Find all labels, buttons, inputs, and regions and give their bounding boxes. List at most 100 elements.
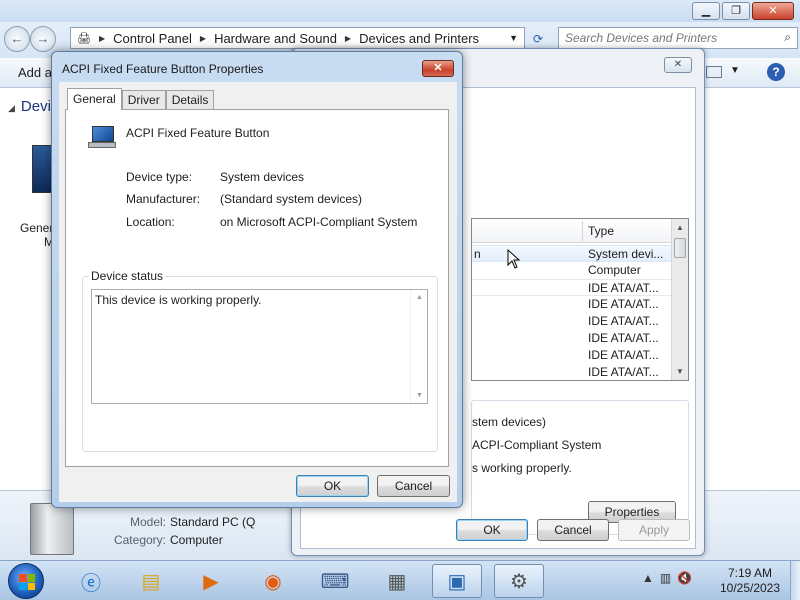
- device-name: ACPI Fixed Feature Button: [126, 126, 270, 140]
- list-item[interactable]: n System devi...: [472, 245, 672, 262]
- system-tray: ▲ ▥ 🔇: [642, 571, 692, 585]
- breadcrumb-separator-icon: ▶: [98, 33, 106, 43]
- internet-explorer-icon[interactable]: ⓔ: [66, 564, 116, 598]
- monitor-device-icon: [88, 124, 116, 150]
- list-item-type: IDE ATA/AT...: [588, 281, 659, 295]
- devices-section-header[interactable]: ◢ Devi: [8, 98, 51, 115]
- firefox-icon[interactable]: ◉: [248, 564, 298, 598]
- device-type-key: Device type:: [126, 170, 193, 184]
- devices-section-label: Devi: [20, 98, 51, 115]
- search-placeholder: Search Devices and Printers: [565, 31, 718, 45]
- column-header-type[interactable]: Type: [588, 224, 614, 238]
- refresh-icon[interactable]: ⟳: [528, 29, 548, 49]
- tab-general[interactable]: General: [67, 88, 122, 110]
- change-view-icon[interactable]: [706, 66, 722, 78]
- list-item-name: n: [474, 247, 481, 261]
- show-desktop-button[interactable]: [790, 561, 800, 600]
- scroll-up-icon[interactable]: ▲: [672, 219, 688, 236]
- list-item[interactable]: IDE ATA/AT...: [472, 347, 672, 364]
- breadcrumb-devices-and-printers[interactable]: Devices and Printers: [359, 31, 479, 46]
- file-explorer-icon[interactable]: ▤: [126, 564, 176, 598]
- show-hidden-icons-icon[interactable]: ▲: [642, 571, 654, 585]
- device-label[interactable]: Gener: [20, 221, 53, 235]
- dialog-title: ACPI Fixed Feature Button Properties: [62, 62, 264, 76]
- chevron-down-icon[interactable]: ▼: [730, 65, 740, 76]
- tab-driver[interactable]: Driver: [121, 90, 166, 110]
- windows-logo-icon: [19, 574, 35, 590]
- list-item-type: IDE ATA/AT...: [588, 348, 659, 362]
- help-icon[interactable]: ?: [767, 63, 785, 81]
- chevron-down-icon[interactable]: ▼: [509, 33, 518, 43]
- list-item-type: Computer: [588, 263, 641, 277]
- device-status-group: Device status This device is working pro…: [82, 269, 438, 452]
- close-button[interactable]: ✕: [752, 2, 794, 20]
- start-button[interactable]: [8, 563, 44, 599]
- pc-tower-icon: [30, 503, 74, 555]
- manufacturer-key: Manufacturer:: [126, 192, 201, 206]
- add-device-button[interactable]: Add a: [18, 65, 52, 80]
- summary-manufacturer: stem devices): [472, 415, 547, 429]
- list-item-type: IDE ATA/AT...: [588, 365, 659, 379]
- clock-date: 10/25/2023: [719, 581, 781, 595]
- breadcrumb-separator-icon: ▶: [344, 33, 352, 43]
- list-item-type: IDE ATA/AT...: [588, 314, 659, 328]
- minimize-button[interactable]: ▁: [692, 2, 720, 20]
- list-item[interactable]: Computer: [472, 262, 672, 279]
- tab-details[interactable]: Details: [165, 90, 215, 110]
- cancel-button[interactable]: Cancel: [377, 475, 450, 497]
- breadcrumb-hardware-and-sound[interactable]: Hardware and Sound: [214, 31, 337, 46]
- clock-time: 7:19 AM: [727, 566, 773, 580]
- manufacturer-value: (Standard system devices): [220, 192, 363, 206]
- device-status-textbox[interactable]: This device is working properly. ▲ ▼: [91, 289, 428, 404]
- explorer-titlebar: ▁ ❐ ✕: [0, 0, 800, 22]
- scroll-down-icon[interactable]: ▼: [411, 392, 428, 399]
- status-scrollbar[interactable]: ▲ ▼: [410, 290, 427, 403]
- list-item[interactable]: IDE ATA/AT...: [472, 296, 672, 313]
- ok-button[interactable]: OK: [456, 519, 528, 541]
- list-item[interactable]: IDE ATA/AT...: [472, 330, 672, 347]
- devices-and-printers-taskbar-icon[interactable]: ▣: [432, 564, 482, 598]
- device-function-list[interactable]: Type n System devi... Computer IDE ATA/AT…: [471, 218, 689, 381]
- breadcrumb-control-panel[interactable]: Control Panel: [113, 31, 192, 46]
- general-tab-page: ACPI Fixed Feature Button Device type: Sy…: [65, 109, 449, 467]
- taskbar: ⓔ ▤ ▶ ◉ ⌨ ▦ ▣ ⚙ ▲ ▥ 🔇 7:19 AM 10/25/2023: [0, 560, 800, 600]
- keyboard-app-icon[interactable]: ⌨: [310, 564, 360, 598]
- close-icon: ✕: [433, 62, 443, 74]
- tab-strip: General Driver Details: [67, 88, 215, 110]
- close-icon[interactable]: ✕: [664, 57, 692, 73]
- scroll-down-icon[interactable]: ▼: [672, 363, 688, 380]
- volume-muted-icon[interactable]: 🔇: [677, 571, 692, 585]
- collapse-triangle-icon[interactable]: ◢: [8, 103, 15, 113]
- calculator-icon[interactable]: ▦: [372, 564, 422, 598]
- network-icon[interactable]: ▥: [660, 571, 671, 585]
- search-icon[interactable]: ⌕: [784, 30, 791, 45]
- device-manager-taskbar-icon[interactable]: ⚙: [494, 564, 544, 598]
- media-player-icon[interactable]: ▶: [186, 564, 236, 598]
- address-bar[interactable]: 🖨 ▶ Control Panel ▶ Hardware and Sound ▶…: [70, 27, 525, 49]
- list-item-type: IDE ATA/AT...: [588, 331, 659, 345]
- list-item[interactable]: IDE ATA/AT...: [472, 279, 672, 296]
- scroll-thumb[interactable]: [674, 238, 686, 258]
- list-header[interactable]: Type: [472, 219, 672, 243]
- summary-location: ACPI-Compliant System: [472, 438, 602, 452]
- device-type-value: System devices: [220, 170, 305, 184]
- ok-button[interactable]: OK: [296, 475, 369, 497]
- cancel-button[interactable]: Cancel: [537, 519, 609, 541]
- manufacturer-row: Manufacturer: (Standard system devices): [126, 192, 362, 206]
- forward-button[interactable]: →: [30, 26, 56, 52]
- device-status-legend: Device status: [89, 269, 166, 283]
- breadcrumb-separator-icon: ▶: [199, 33, 207, 43]
- back-button[interactable]: ←: [4, 26, 30, 52]
- list-item[interactable]: IDE ATA/AT...: [472, 313, 672, 330]
- location-row: Location: on Microsoft ACPI-Compliant Sys…: [126, 215, 417, 229]
- list-item[interactable]: IDE ATA/AT...: [472, 364, 672, 380]
- list-item-type: IDE ATA/AT...: [588, 297, 659, 311]
- search-input[interactable]: Search Devices and Printers ⌕: [558, 27, 798, 49]
- column-separator[interactable]: [582, 221, 583, 241]
- scroll-up-icon[interactable]: ▲: [411, 294, 428, 301]
- list-scrollbar[interactable]: ▲ ▼: [671, 219, 688, 380]
- maximize-button[interactable]: ❐: [722, 2, 750, 20]
- clock[interactable]: 7:19 AM 10/25/2023: [718, 566, 782, 596]
- apply-button[interactable]: Apply: [618, 519, 690, 541]
- dialog-close-button[interactable]: ✕: [422, 60, 454, 77]
